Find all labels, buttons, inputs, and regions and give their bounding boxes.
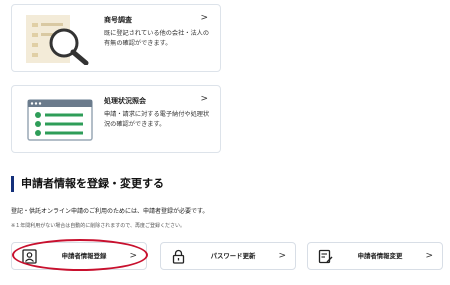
chevron-right-icon: >: [278, 251, 286, 261]
update-password-button[interactable]: パスワード更新 >: [160, 242, 296, 270]
chevron-right-icon: >: [200, 94, 208, 104]
chevron-right-icon: >: [425, 251, 433, 261]
user-id-card-icon: [22, 249, 37, 264]
lock-icon: [172, 249, 185, 264]
register-applicant-button[interactable]: 申請者情報登録 >: [11, 242, 147, 270]
card-processing-status[interactable]: 処理状況照会 > 申請・請求に対する電子納付や処理状況の確認ができます。: [11, 85, 221, 153]
button-label: パスワード更新: [210, 252, 256, 260]
edit-document-icon: [318, 249, 333, 264]
card-description: 申請・請求に対する電子納付や処理状況の確認ができます。: [104, 111, 210, 128]
card-title: 商号調査: [104, 16, 132, 24]
card-trade-name-search[interactable]: 商号調査 > 既に登記されている他の会社・法人の有無の確認ができます。: [11, 4, 221, 72]
chevron-right-icon: >: [129, 251, 137, 261]
section-description: 登記・供託オンライン申請のご利用のためには、申請者登録が必要です。: [11, 208, 209, 215]
section-note: ※１年間利用がない場合は自動的に削除されますので、再度ご登録ください。: [11, 223, 185, 229]
card-title: 処理状況照会: [104, 97, 146, 105]
checklist-window-icon: [27, 99, 93, 141]
chevron-right-icon: >: [200, 13, 208, 23]
section-title: 申請者情報を登録・変更する: [11, 176, 164, 192]
magnifier-document-icon: [26, 15, 89, 65]
card-description: 既に登記されている他の会社・法人の有無の確認ができます。: [104, 30, 210, 47]
change-applicant-info-button[interactable]: 申請者情報変更 >: [307, 242, 443, 270]
button-label: 申請者情報登録: [61, 252, 107, 260]
button-label: 申請者情報変更: [357, 252, 403, 260]
